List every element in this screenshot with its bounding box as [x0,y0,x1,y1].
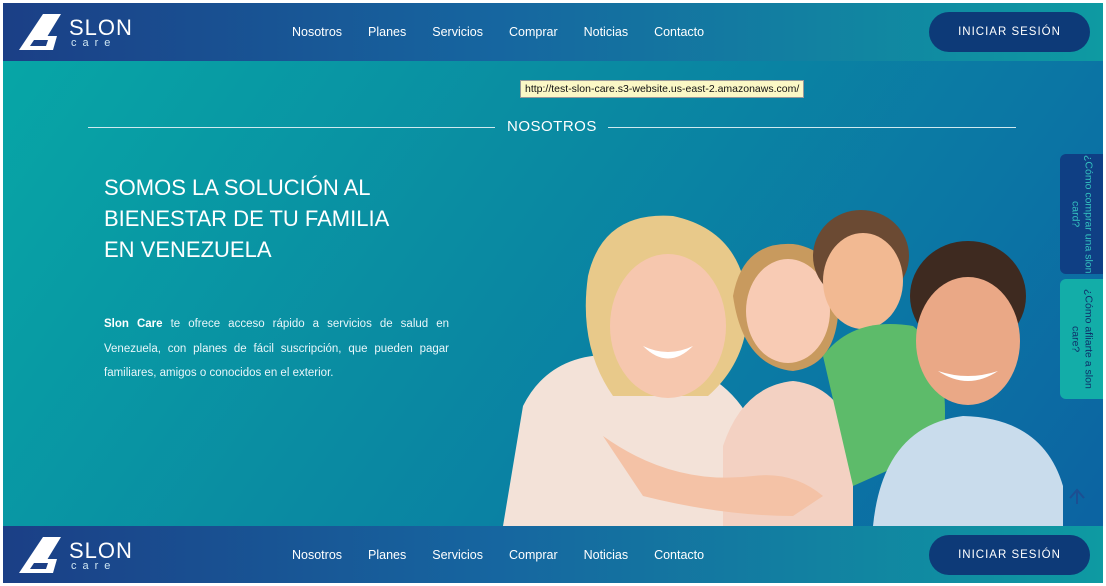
logo[interactable]: SLON care [17,535,137,575]
how-to-buy-label: ¿Cómo comprar una slon card? [1069,154,1095,274]
how-to-join-tab[interactable]: ¿Cómo afliarte a slon care? [1060,279,1103,399]
nav-servicios[interactable]: Servicios [432,25,483,39]
hero-headline: SOMOS LA SOLUCIÓN AL BIENESTAR DE TU FAM… [104,172,464,265]
nav-nosotros[interactable]: Nosotros [292,25,342,39]
login-button[interactable]: INICIAR SESIÓN [929,535,1090,575]
nav-noticias[interactable]: Noticias [584,548,628,562]
headline-line: EN VENEZUELA [104,237,272,262]
scroll-up-icon[interactable] [1067,485,1087,505]
nav-comprar[interactable]: Comprar [509,548,558,562]
top-header: SLON care Nosotros Planes Servicios Comp… [3,3,1103,61]
nav-servicios[interactable]: Servicios [432,548,483,562]
nav-nosotros[interactable]: Nosotros [292,548,342,562]
nav-planes[interactable]: Planes [368,25,406,39]
nav-planes[interactable]: Planes [368,548,406,562]
nav-contacto[interactable]: Contacto [654,25,704,39]
nav-comprar[interactable]: Comprar [509,25,558,39]
logo-mark-icon [19,14,61,50]
hero-section: http://test-slon-care.s3-website.us-east… [3,61,1103,526]
section-divider-left [88,127,495,128]
how-to-buy-tab[interactable]: ¿Cómo comprar una slon card? [1060,154,1103,274]
section-title: NOSOTROS [507,118,597,135]
hero-description: Slon Care te ofrece acceso rápido a serv… [104,312,449,386]
url-tooltip: http://test-slon-care.s3-website.us-east… [520,80,805,98]
bottom-header: SLON care Nosotros Planes Servicios Comp… [3,526,1103,583]
logo[interactable]: SLON care [17,12,137,52]
logo-subtext: care [71,560,117,572]
logo-mark-icon [19,537,61,573]
family-photo [503,210,1063,526]
brand-highlight: Slon Care [104,318,163,330]
section-divider-right [608,127,1016,128]
how-to-join-label: ¿Cómo afliarte a slon care? [1069,289,1095,389]
logo-subtext: care [71,37,117,49]
nav-contacto[interactable]: Contacto [654,548,704,562]
main-nav: Nosotros Planes Servicios Comprar Notici… [292,3,730,61]
nav-noticias[interactable]: Noticias [584,25,628,39]
page: SLON care Nosotros Planes Servicios Comp… [3,3,1103,583]
login-button[interactable]: INICIAR SESIÓN [929,12,1090,52]
headline-line: BIENESTAR DE TU FAMILIA [104,206,390,231]
main-nav: Nosotros Planes Servicios Comprar Notici… [292,526,730,583]
headline-line: SOMOS LA SOLUCIÓN AL [104,175,371,200]
